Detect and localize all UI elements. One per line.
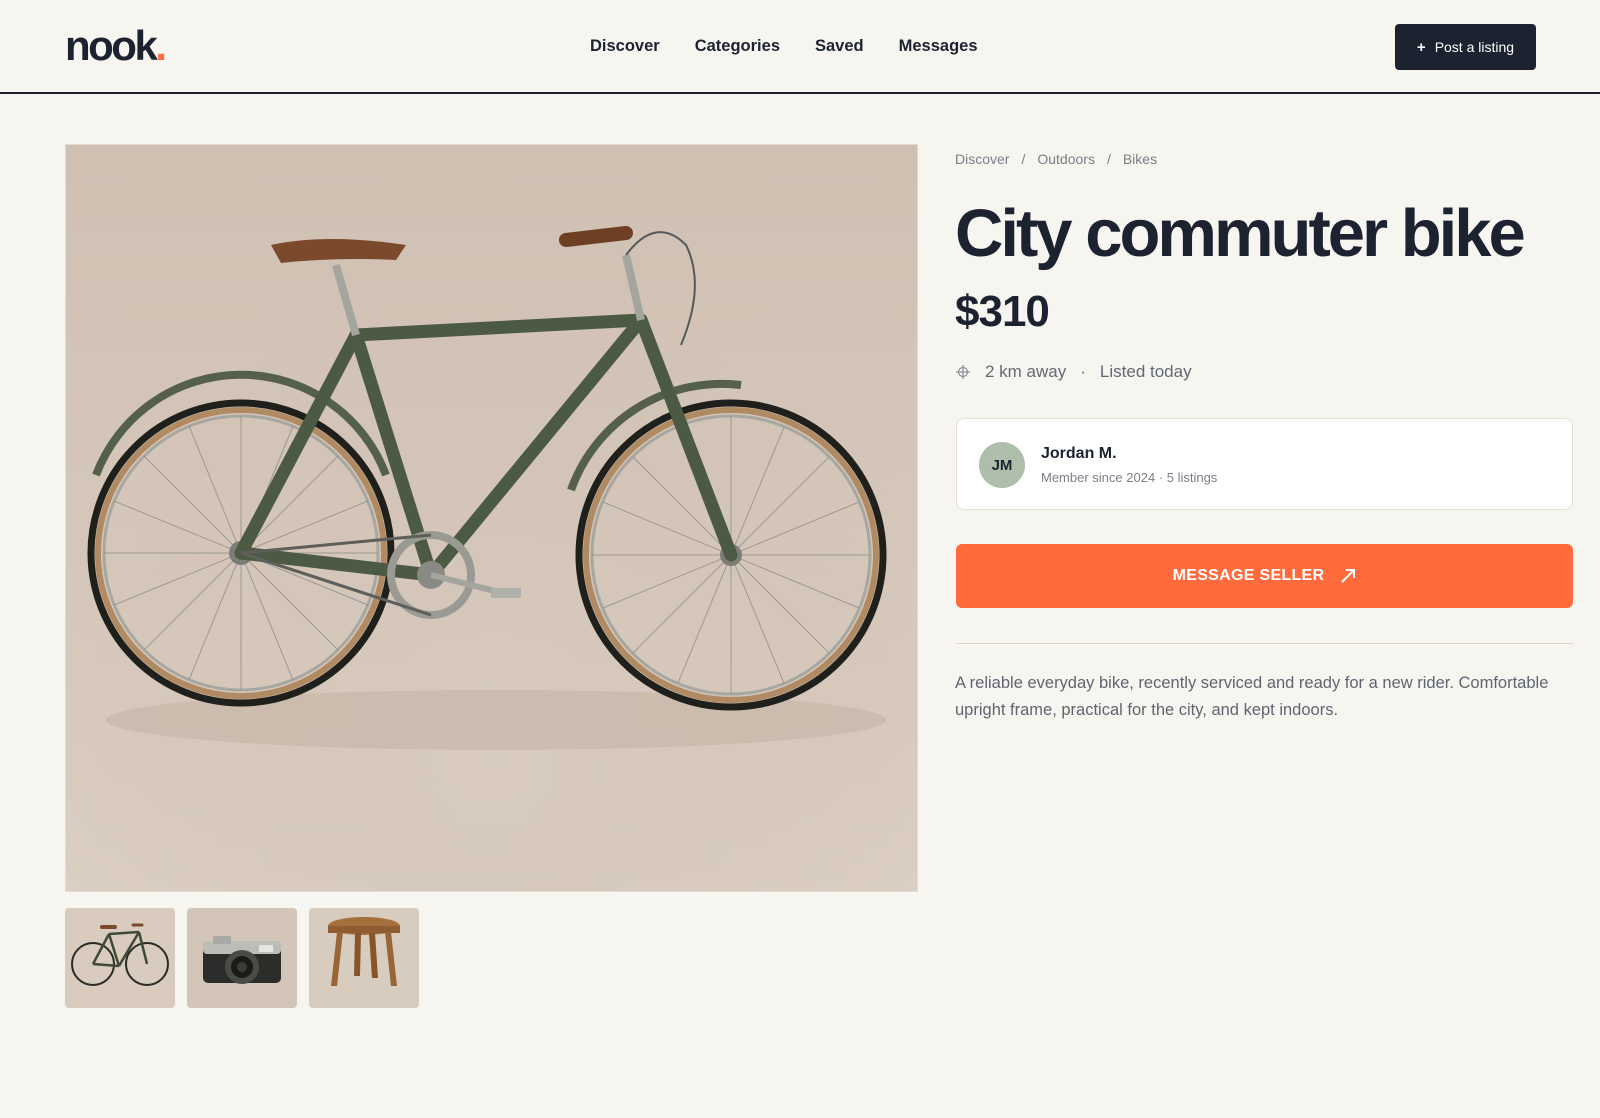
site-header: nook. Discover Categories Saved Messages… (0, 0, 1600, 94)
post-listing-button[interactable]: + Post a listing (1395, 24, 1536, 70)
thumbnail-strip (65, 908, 419, 1008)
post-listing-label: Post a listing (1434, 39, 1515, 55)
breadcrumb-bikes[interactable]: Bikes (1123, 151, 1157, 167)
listing-title: City commuter bike (955, 196, 1526, 271)
main-product-image[interactable] (65, 144, 918, 892)
thumbnail-stool[interactable] (309, 908, 419, 1008)
brand-name: nook (65, 22, 158, 69)
distance-text: 2 km away (985, 362, 1067, 381)
meta-separator: · (1080, 362, 1086, 381)
breadcrumb-separator: / (1021, 151, 1026, 167)
plus-icon: + (1416, 38, 1426, 56)
seller-name: Jordan M. (1041, 445, 1117, 462)
message-seller-label: MESSAGE SELLER (1172, 567, 1325, 584)
listing-price: $310 (955, 287, 1050, 336)
brand-dot: . (155, 22, 167, 69)
camera-thumbnail-image (187, 908, 297, 1008)
message-seller-button[interactable]: MESSAGE SELLER (956, 544, 1573, 608)
thumbnail-camera[interactable] (187, 908, 297, 1008)
stool-thumbnail-image (309, 908, 419, 1008)
listed-date: Listed today (1099, 362, 1192, 381)
brand-logo[interactable]: nook. (65, 22, 167, 70)
seller-avatar: JM (979, 442, 1025, 488)
breadcrumb-separator: / (1106, 151, 1111, 167)
seller-card[interactable]: JM Jordan M. Member since 2024 · 5 listi… (956, 418, 1573, 510)
arrow-up-right-icon (1341, 569, 1356, 583)
location-icon (956, 365, 970, 379)
main-nav: Discover Categories Saved Messages (590, 36, 978, 56)
listing-description: A reliable everyday bike, recently servi… (955, 674, 1549, 719)
section-divider (956, 643, 1573, 644)
seller-subtitle: Member since 2024 · 5 listings (1041, 470, 1218, 485)
bicycle-thumbnail-image (65, 908, 175, 1008)
breadcrumb-discover[interactable]: Discover (955, 151, 1009, 167)
breadcrumb: Discover / Outdoors / Bikes (955, 151, 1157, 167)
listing-meta: 2 km away · Listed today (955, 362, 1192, 382)
nav-saved[interactable]: Saved (815, 36, 864, 56)
bicycle-illustration (66, 145, 917, 891)
nav-discover[interactable]: Discover (590, 36, 660, 56)
breadcrumb-outdoors[interactable]: Outdoors (1037, 151, 1095, 167)
nav-messages[interactable]: Messages (899, 36, 978, 56)
thumbnail-bicycle[interactable] (65, 908, 175, 1008)
nav-categories[interactable]: Categories (695, 36, 780, 56)
